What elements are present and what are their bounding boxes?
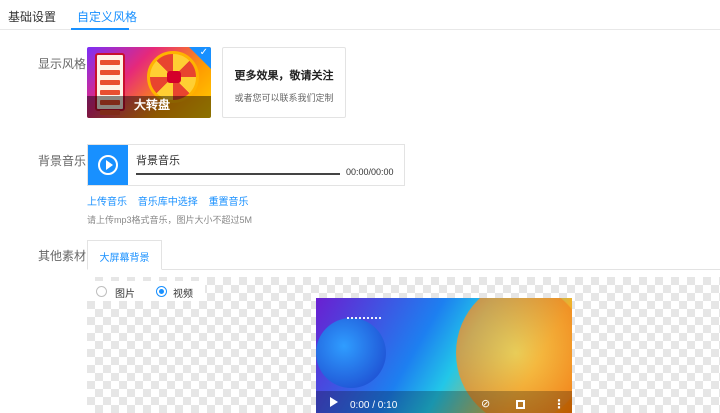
background-music-label: 背景音乐 [38,154,87,168]
media-type-radio-group: 图片 视频 [87,281,205,301]
music-title: 背景音乐 [136,155,180,167]
check-icon: ✓ [199,47,208,58]
radio-image-label[interactable]: 图片 [115,285,135,300]
page: 基础设置 自定义风格 显示风格 大转盘 ✓ 更多效果，敬请关注 或者您可以联系我… [0,0,720,413]
more-effects-subtitle: 或者您可以联系我们定制 [234,93,334,103]
style-card-caption: 大转盘 [134,98,171,112]
upload-music-link[interactable]: 上传音乐 [87,197,127,208]
music-player: 背景音乐 00:00/00:00 [87,144,405,186]
radio-video[interactable] [156,286,167,297]
music-library-link[interactable]: 音乐库中选择 [138,197,198,208]
music-time: 00:00/00:00 [346,167,394,177]
tab-big-screen-background[interactable]: 大屏幕背景 [87,240,162,270]
music-progress-bar[interactable] [136,173,340,175]
video-time: 0:00 / 0:10 [350,400,398,411]
wheel-center-image [167,71,181,83]
sub-tab-divider [162,269,720,270]
tab-custom-style[interactable]: 自定义风格 [77,8,137,25]
background-video-player[interactable]: 0:00 / 0:10 ⊘ ⋮ [316,298,572,413]
reset-music-link[interactable]: 重置音乐 [209,197,249,208]
music-links: 上传音乐 音乐库中选择 重置音乐 [87,193,257,208]
more-effects-card: 更多效果，敬请关注 或者您可以联系我们定制 [222,47,346,118]
radio-video-label[interactable]: 视频 [173,285,193,300]
more-vertical-icon[interactable]: ⋮ [553,397,565,411]
top-tabs: 基础设置 自定义风格 [0,0,720,30]
other-material-label: 其他素材 [38,249,87,263]
video-frame-dots [346,317,382,319]
style-card-wheel[interactable]: 大转盘 ✓ [87,47,211,118]
tab-basic-settings[interactable]: 基础设置 [8,8,56,25]
active-tab-indicator [71,28,129,30]
more-effects-title: 更多效果，敬请关注 [234,70,334,82]
video-frame-shape [316,318,386,388]
mute-icon[interactable]: ⊘ [481,397,490,410]
music-hint: 请上传mp3格式音乐，图片大小不超过5M [87,215,253,225]
display-style-label: 显示风格 [38,57,87,71]
radio-image[interactable] [96,286,107,297]
video-play-icon[interactable] [330,397,338,407]
fullscreen-icon[interactable] [516,400,525,409]
play-circle-icon[interactable] [88,145,128,185]
